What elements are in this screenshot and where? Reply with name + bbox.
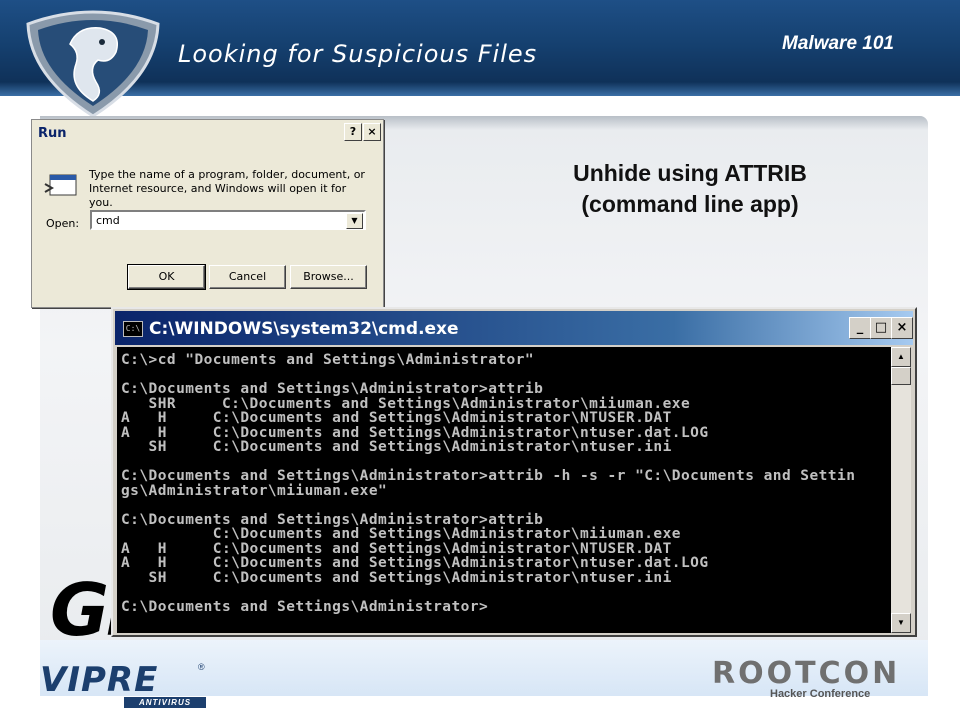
run-description-line-1: Type the name of a program, folder, docu… bbox=[89, 168, 365, 181]
console-line: SH C:\Documents and Settings\Administrat… bbox=[121, 569, 672, 586]
console-line: SH C:\Documents and Settings\Administrat… bbox=[121, 439, 672, 455]
cobra-shield-logo bbox=[26, 10, 160, 118]
scroll-thumb[interactable] bbox=[891, 367, 911, 385]
chevron-down-icon[interactable]: ▼ bbox=[346, 213, 363, 229]
rootcon-subtitle: Hacker Conference bbox=[770, 688, 871, 700]
cmd-titlebar[interactable]: C:\ C:\WINDOWS\system32\cmd.exe _ □ × bbox=[115, 311, 913, 345]
scroll-down-icon[interactable]: ▼ bbox=[891, 613, 911, 633]
cmd-close-button[interactable]: × bbox=[891, 317, 913, 339]
ok-button[interactable]: OK bbox=[127, 264, 206, 290]
cmd-window: C:\ C:\WINDOWS\system32\cmd.exe _ □ × C:… bbox=[111, 307, 917, 637]
open-input[interactable]: cmd ▼ bbox=[90, 210, 366, 230]
console-line: C:\>cd "Documents and Settings\Administr… bbox=[121, 352, 535, 368]
caption-line-2: (command line app) bbox=[581, 191, 799, 217]
maximize-button[interactable]: □ bbox=[870, 317, 892, 339]
minimize-button[interactable]: _ bbox=[849, 317, 871, 339]
rootcon-wordmark: ROOTCON bbox=[712, 656, 901, 691]
caption-line-1: Unhide using ATTRIB bbox=[573, 160, 807, 186]
console-line: C:\Documents and Settings\Administrator> bbox=[121, 598, 489, 615]
slide-title: Looking for Suspicious Files bbox=[178, 40, 538, 68]
run-description-line-2: Internet resource, and Windows will open… bbox=[89, 182, 347, 209]
slide-caption: Unhide using ATTRIB (command line app) bbox=[520, 158, 860, 220]
cancel-button[interactable]: Cancel bbox=[209, 265, 286, 289]
scroll-up-icon[interactable]: ▲ bbox=[891, 347, 911, 367]
help-button[interactable]: ? bbox=[344, 123, 362, 141]
run-dialog-title: Run bbox=[38, 126, 67, 141]
vipre-subtitle: ANTIVIRUS bbox=[124, 697, 206, 708]
run-description: Type the name of a program, folder, docu… bbox=[89, 168, 369, 210]
vipre-wordmark: VIPRE bbox=[40, 660, 159, 700]
console-line: gs\Administrator\miiuman.exe" bbox=[121, 482, 388, 499]
browse-button[interactable]: Browse... bbox=[290, 265, 367, 289]
cmd-icon[interactable]: C:\ bbox=[123, 321, 143, 337]
open-input-value: cmd bbox=[96, 214, 120, 227]
cmd-console[interactable]: C:\>cd "Documents and Settings\Administr… bbox=[117, 347, 891, 633]
vipre-registered-mark: ® bbox=[198, 662, 205, 672]
close-button[interactable]: × bbox=[363, 123, 381, 141]
vertical-scrollbar[interactable]: ▲ ▼ bbox=[891, 347, 911, 633]
run-dialog-icon bbox=[44, 174, 77, 196]
run-dialog: Run ? × Type the name of a program, fold… bbox=[31, 119, 384, 308]
cmd-title: C:\WINDOWS\system32\cmd.exe bbox=[149, 319, 459, 339]
open-label: Open: bbox=[46, 217, 80, 230]
slide-tag: Malware 101 bbox=[782, 33, 894, 54]
